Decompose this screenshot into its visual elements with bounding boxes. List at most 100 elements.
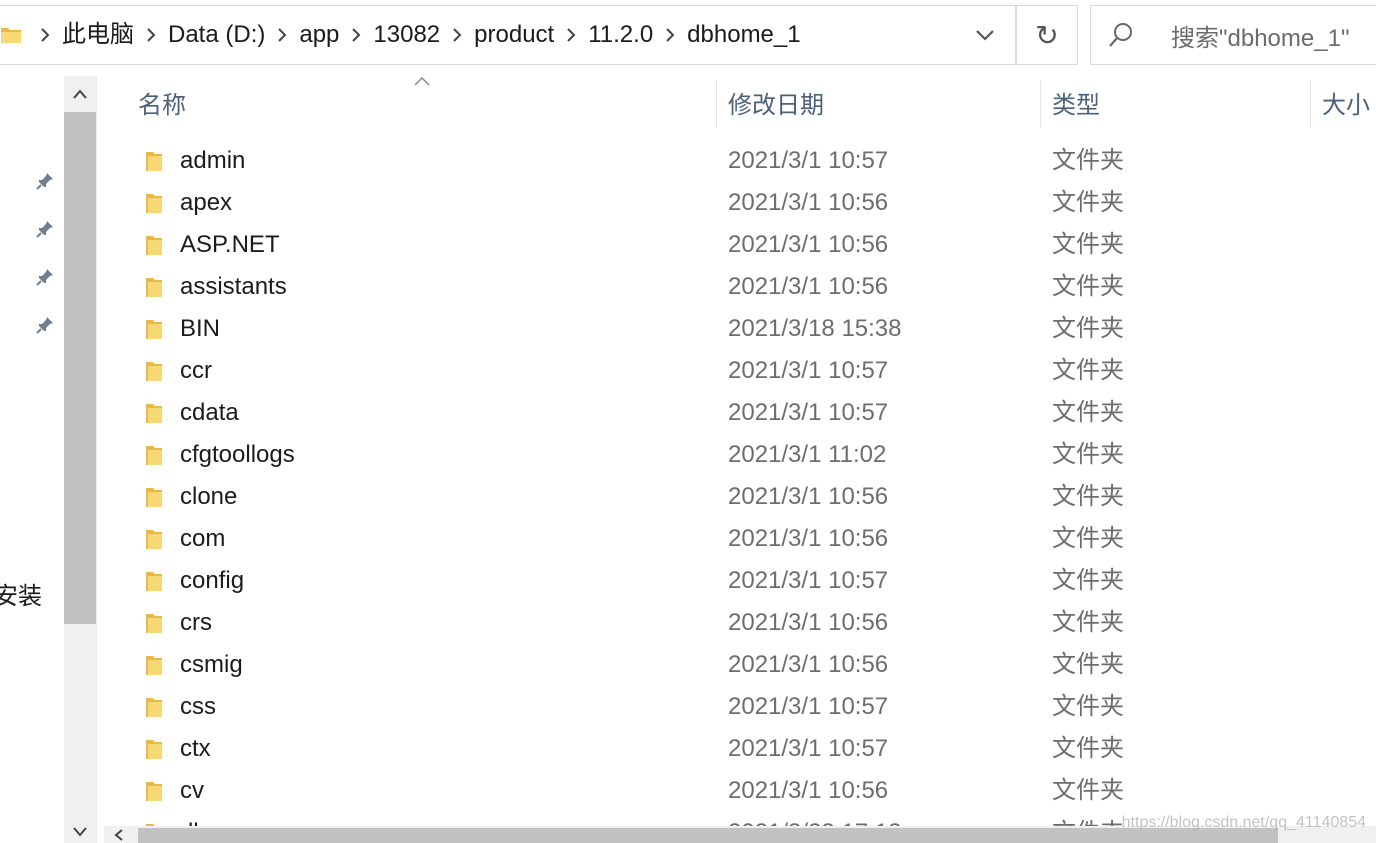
folder-icon (144, 653, 164, 677)
column-divider[interactable] (1040, 80, 1041, 128)
table-row[interactable]: assistants 2021/3/1 10:56 文件夹 (104, 266, 1376, 308)
scroll-left-icon[interactable] (104, 826, 134, 843)
folder-icon (144, 233, 164, 257)
pin-icon[interactable] (34, 170, 56, 192)
file-date: 2021/3/1 10:56 (728, 525, 889, 552)
file-type: 文件夹 (1052, 231, 1124, 258)
pin-icon[interactable] (34, 266, 56, 288)
column-divider[interactable] (1310, 80, 1311, 128)
table-row[interactable]: crs 2021/3/1 10:56 文件夹 (104, 602, 1376, 644)
file-date: 2021/3/1 10:57 (728, 693, 889, 720)
file-name: apex (180, 189, 233, 216)
search-icon (1091, 6, 1151, 64)
scrollbar-thumb[interactable] (64, 112, 96, 624)
table-row[interactable]: clone 2021/3/1 10:56 文件夹 (104, 476, 1376, 518)
file-type: 文件夹 (1052, 693, 1124, 720)
chevron-down-icon[interactable] (965, 6, 1005, 64)
folder-icon (0, 24, 22, 46)
table-row[interactable]: cdata 2021/3/1 10:57 文件夹 (104, 392, 1376, 434)
table-row[interactable]: ctx 2021/3/1 10:57 文件夹 (104, 728, 1376, 770)
scrollbar-thumb[interactable] (138, 828, 1278, 843)
file-name: admin (180, 147, 246, 174)
file-name: cfgtoollogs (180, 441, 295, 468)
file-rows: admin 2021/3/1 10:57 文件夹 apex 2021/3/1 10:56… (104, 140, 1376, 843)
chevron-right-icon[interactable] (558, 6, 584, 64)
chevron-right-icon[interactable] (138, 6, 164, 64)
file-type: 文件夹 (1052, 189, 1124, 216)
file-date: 2021/3/1 10:56 (728, 273, 889, 300)
table-row[interactable]: csmig 2021/3/1 10:56 文件夹 (104, 644, 1376, 686)
table-row[interactable]: ASP.NET 2021/3/1 10:56 文件夹 (104, 224, 1376, 266)
breadcrumb-item[interactable]: 此电脑 (58, 5, 138, 65)
address-toolbar: 此电脑 Data (D:) app 13082 product 11.2.0 dbhome_… (0, 0, 1376, 76)
file-type: 文件夹 (1052, 483, 1124, 510)
file-date: 2021/3/1 10:56 (728, 651, 889, 678)
file-date: 2021/3/1 10:57 (728, 567, 889, 594)
file-type: 文件夹 (1052, 273, 1124, 300)
scroll-up-icon[interactable] (64, 76, 96, 112)
column-header-date[interactable]: 修改日期 (728, 76, 824, 128)
table-row[interactable]: apex 2021/3/1 10:56 文件夹 (104, 182, 1376, 224)
folder-icon (144, 191, 164, 215)
nav-vertical-scrollbar[interactable] (64, 76, 96, 843)
file-date: 2021/3/1 10:57 (728, 147, 889, 174)
table-row[interactable]: com 2021/3/1 10:56 文件夹 (104, 518, 1376, 560)
search-placeholder: 搜索"dbhome_1" (1171, 24, 1350, 52)
breadcrumb-item[interactable]: Data (D:) (164, 5, 269, 65)
breadcrumb-item[interactable]: product (470, 5, 558, 65)
file-date: 2021/3/1 10:56 (728, 231, 889, 258)
chevron-right-icon[interactable] (343, 6, 369, 64)
breadcrumb-item[interactable]: dbhome_1 (683, 5, 804, 65)
breadcrumb-item[interactable]: app (295, 5, 343, 65)
file-name: config (180, 567, 245, 594)
chevron-right-icon[interactable] (657, 6, 683, 64)
column-divider[interactable] (716, 80, 717, 128)
breadcrumb: 此电脑 Data (D:) app 13082 product 11.2.0 dbhome_… (32, 6, 805, 64)
breadcrumb-item[interactable]: 13082 (369, 5, 444, 65)
file-date: 2021/3/1 10:57 (728, 735, 889, 762)
table-row[interactable]: cv 2021/3/1 10:56 文件夹 (104, 770, 1376, 812)
chevron-right-icon[interactable] (444, 6, 470, 64)
navigation-pane: 安装 (0, 76, 64, 843)
chevron-right-icon[interactable] (32, 6, 58, 64)
folder-icon (144, 737, 164, 761)
table-row[interactable]: ccr 2021/3/1 10:57 文件夹 (104, 350, 1376, 392)
column-header-size[interactable]: 大小 (1322, 76, 1370, 128)
file-type: 文件夹 (1052, 567, 1124, 594)
address-bar[interactable]: 此电脑 Data (D:) app 13082 product 11.2.0 dbhome_… (0, 5, 1016, 65)
folder-icon (144, 779, 164, 803)
file-name: BIN (180, 315, 221, 342)
folder-icon (144, 359, 164, 383)
file-name: ccr (180, 357, 212, 384)
file-type: 文件夹 (1052, 315, 1124, 342)
chevron-right-icon[interactable] (269, 6, 295, 64)
table-row[interactable]: admin 2021/3/1 10:57 文件夹 (104, 140, 1376, 182)
nav-item-label[interactable]: 安装 (0, 576, 42, 611)
file-name: ASP.NET (180, 231, 280, 258)
folder-icon (144, 485, 164, 509)
table-row[interactable]: cfgtoollogs 2021/3/1 11:02 文件夹 (104, 434, 1376, 476)
column-header-type[interactable]: 类型 (1052, 76, 1100, 128)
scroll-down-icon[interactable] (64, 821, 96, 843)
column-header-name[interactable]: 名称 (138, 76, 186, 128)
file-type: 文件夹 (1052, 609, 1124, 636)
pin-icon[interactable] (34, 314, 56, 336)
file-list: 名称 修改日期 类型 大小 admin 2021/3/1 10:57 文件夹 apex… (104, 76, 1376, 843)
file-type: 文件夹 (1052, 357, 1124, 384)
folder-icon (144, 443, 164, 467)
file-name: ctx (180, 735, 211, 762)
folder-icon (144, 611, 164, 635)
pane-splitter[interactable] (96, 76, 104, 843)
sort-ascending-icon (412, 76, 432, 86)
search-input[interactable]: 搜索"dbhome_1" (1090, 5, 1376, 65)
pin-icon[interactable] (34, 218, 56, 240)
file-type: 文件夹 (1052, 441, 1124, 468)
folder-icon (144, 695, 164, 719)
table-row[interactable]: config 2021/3/1 10:57 文件夹 (104, 560, 1376, 602)
breadcrumb-item[interactable]: 11.2.0 (584, 5, 657, 65)
file-date: 2021/3/1 10:56 (728, 189, 889, 216)
file-date: 2021/3/1 10:56 (728, 777, 889, 804)
refresh-button[interactable]: ↻ (1016, 5, 1078, 65)
table-row[interactable]: css 2021/3/1 10:57 文件夹 (104, 686, 1376, 728)
table-row[interactable]: BIN 2021/3/18 15:38 文件夹 (104, 308, 1376, 350)
